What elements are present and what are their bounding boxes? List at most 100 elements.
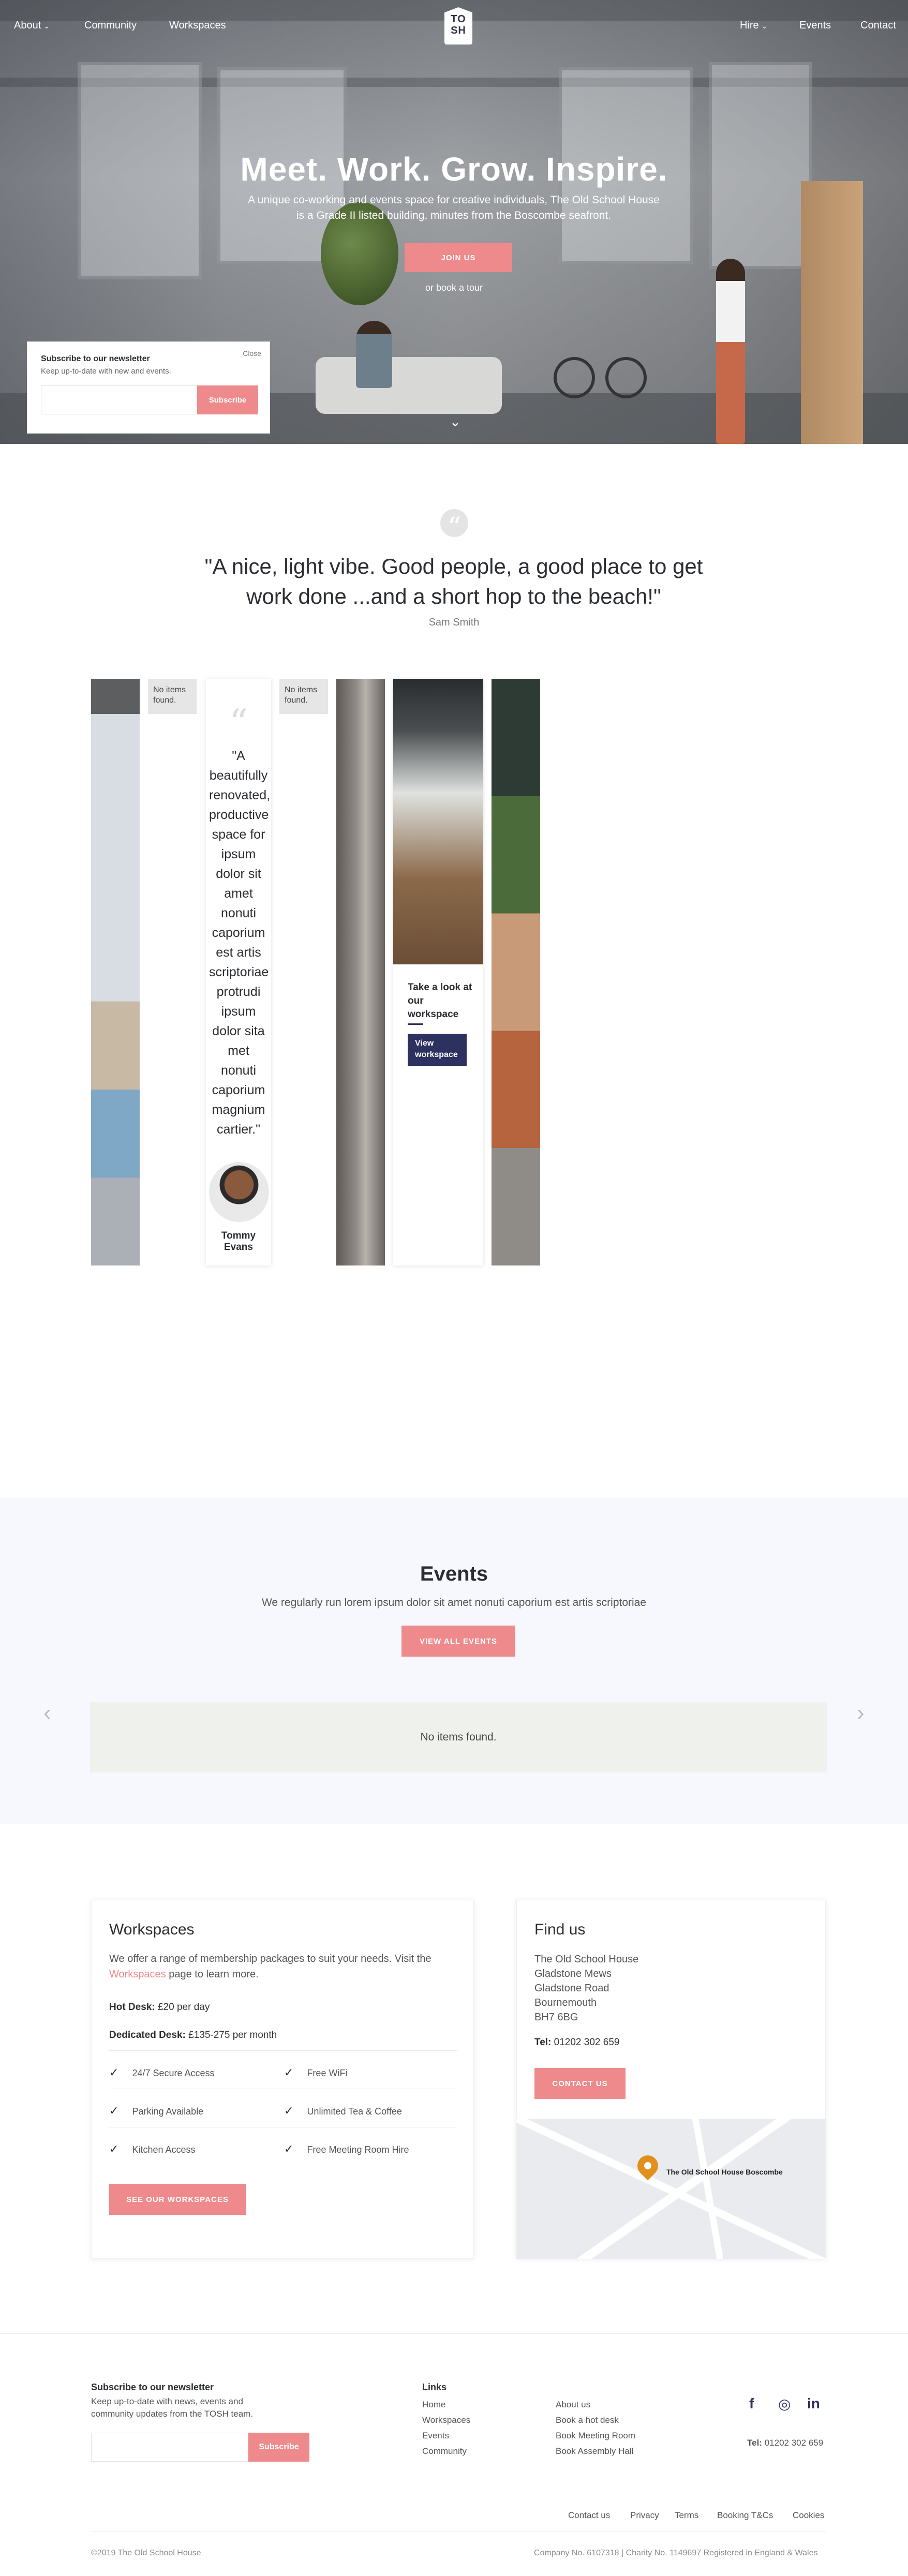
avatar bbox=[209, 1162, 269, 1222]
popup-title: Subscribe to our newsletter bbox=[41, 354, 150, 363]
nav-hire[interactable]: Hire ⌄ bbox=[740, 20, 767, 32]
nav-contact[interactable]: Contact bbox=[860, 20, 896, 32]
dedicated-desk-rate: Dedicated Desk: £135-275 per month bbox=[109, 2030, 277, 2041]
tel-label: Tel: bbox=[747, 2438, 762, 2448]
address-line: Bournemouth bbox=[534, 1997, 597, 2008]
no-items-message: No items found. bbox=[148, 679, 197, 714]
feature-label: 24/7 Secure Access bbox=[132, 2068, 215, 2078]
address-line: The Old School House bbox=[534, 1954, 639, 1965]
tel-label: Tel: bbox=[534, 2037, 552, 2048]
feature-label: Parking Available bbox=[132, 2106, 204, 2117]
footer-link[interactable]: Events bbox=[422, 2431, 449, 2441]
chevron-down-icon[interactable]: ⌄ bbox=[450, 414, 461, 430]
contact-us-button[interactable]: CONTACT US bbox=[534, 2068, 626, 2099]
testimonial-card: “ "A beautifully renovated, productive s… bbox=[206, 679, 271, 1265]
check-icon: ✓ bbox=[109, 2066, 119, 2079]
instagram-icon[interactable]: ◎ bbox=[778, 2395, 791, 2413]
hero-door bbox=[801, 181, 863, 444]
address-line: Gladstone Road bbox=[534, 1983, 609, 1994]
address: The Old School House Gladstone Mews Glad… bbox=[534, 1952, 638, 2024]
footer-newsletter-text: Keep up-to-date with news, events and co… bbox=[91, 2396, 254, 2419]
workspaces-link[interactable]: Workspaces bbox=[109, 1969, 166, 1980]
tel-value: 01202 302 659 bbox=[764, 2438, 824, 2448]
footer-link[interactable]: Book a hot desk bbox=[556, 2415, 619, 2425]
footer-bottom-link[interactable]: Terms bbox=[675, 2510, 698, 2521]
workspaces-panel: Workspaces We offer a range of membershi… bbox=[91, 1900, 474, 2259]
gallery-image[interactable] bbox=[492, 679, 540, 1265]
feature-label: Unlimited Tea & Coffee bbox=[307, 2106, 402, 2117]
address-line: BH7 6BG bbox=[534, 2012, 578, 2023]
see-workspaces-button[interactable]: SEE OUR WORKSPACES bbox=[109, 2184, 246, 2215]
hero-title: Meet. Work. Grow. Inspire. bbox=[240, 151, 668, 188]
feature-item: ✓ Parking Available bbox=[109, 2104, 203, 2118]
footer-subscribe-button[interactable]: Subscribe bbox=[248, 2433, 309, 2462]
feature-label: Free Meeting Room Hire bbox=[307, 2145, 409, 2155]
find-us-title: Find us bbox=[534, 1921, 586, 1938]
location-map[interactable]: The Old School House Boscombe bbox=[516, 2119, 826, 2259]
quote-icon: “ bbox=[440, 509, 468, 543]
footer-bottom-link[interactable]: Cookies bbox=[793, 2510, 824, 2521]
hot-desk-value: £20 per day bbox=[157, 2002, 210, 2013]
popup-text: Keep up-to-date with new and events. bbox=[41, 367, 171, 376]
close-button[interactable]: Close bbox=[243, 349, 261, 358]
gallery-image[interactable] bbox=[91, 679, 140, 1265]
hero-person bbox=[356, 321, 392, 388]
chevron-down-icon: ⌄ bbox=[43, 22, 50, 30]
nav-community[interactable]: Community bbox=[84, 20, 137, 32]
testimonial-quote: "A nice, light vibe. Good people, a good… bbox=[204, 554, 703, 608]
dedicated-desk-label: Dedicated Desk: bbox=[109, 2030, 186, 2041]
check-icon: ✓ bbox=[284, 2104, 294, 2117]
footer-tel: Tel: 01202 302 659 bbox=[747, 2437, 823, 2449]
copyright: ©2019 The Old School House bbox=[91, 2549, 201, 2557]
chevron-left-icon[interactable]: ‹ bbox=[43, 1700, 51, 1726]
dedicated-desk-value: £135-275 per month bbox=[188, 2030, 277, 2041]
check-icon: ✓ bbox=[284, 2066, 294, 2079]
footer-link[interactable]: Home bbox=[422, 2400, 445, 2410]
nav-about-label: About bbox=[14, 20, 41, 31]
chevron-right-icon[interactable]: › bbox=[857, 1700, 865, 1726]
card-quote: "A beautifully renovated, productive spa… bbox=[209, 749, 271, 1137]
events-empty-message: No items found. bbox=[90, 1702, 827, 1773]
facebook-icon[interactable]: f bbox=[749, 2395, 754, 2412]
join-us-button[interactable]: JOIN US bbox=[405, 243, 512, 272]
footer-link[interactable]: Book Assembly Hall bbox=[556, 2446, 633, 2456]
book-tour-link[interactable]: or book a tour bbox=[0, 282, 908, 293]
linkedin-icon[interactable]: in bbox=[807, 2395, 820, 2412]
check-icon: ✓ bbox=[284, 2142, 294, 2155]
view-all-events-button[interactable]: VIEW ALL EVENTS bbox=[401, 1626, 515, 1657]
workspace-photo bbox=[393, 679, 483, 964]
newsletter-email-input[interactable] bbox=[41, 385, 222, 414]
workspaces-text: We offer a range of membership packages … bbox=[109, 1951, 461, 1982]
nav-about[interactable]: About ⌄ bbox=[14, 20, 50, 32]
chevron-down-icon: ⌄ bbox=[761, 22, 768, 30]
workspaces-text-before: We offer a range of membership packages … bbox=[109, 1953, 431, 1964]
footer-bottom-link[interactable]: Contact us bbox=[568, 2510, 610, 2521]
feature-item: ✓ Free Meeting Room Hire bbox=[284, 2142, 409, 2156]
view-workspace-button[interactable]: View workspace bbox=[408, 1034, 467, 1066]
hot-desk-rate: Hot Desk: £20 per day bbox=[109, 2002, 210, 2013]
card-author: Tommy Evans bbox=[221, 1230, 256, 1253]
footer-link[interactable]: Community bbox=[422, 2446, 467, 2456]
nav-events[interactable]: Events bbox=[799, 20, 831, 32]
footer-link[interactable]: About us bbox=[556, 2400, 590, 2410]
newsletter-popup: Subscribe to our newsletter Keep up-to-d… bbox=[27, 341, 270, 434]
hot-desk-label: Hot Desk: bbox=[109, 2002, 155, 2013]
events-section bbox=[0, 1498, 908, 1824]
feature-label: Free WiFi bbox=[307, 2068, 348, 2078]
footer-bottom-link[interactable]: Booking T&Cs bbox=[717, 2510, 773, 2521]
footer-email-input[interactable] bbox=[91, 2433, 248, 2462]
divider bbox=[0, 2333, 908, 2334]
footer-link[interactable]: Book Meeting Room bbox=[556, 2431, 635, 2441]
gallery-image[interactable] bbox=[336, 679, 385, 1265]
tosh-logo[interactable]: TO SH bbox=[444, 7, 472, 44]
divider bbox=[408, 1023, 423, 1025]
events-subtitle: We regularly run lorem ipsum dolor sit a… bbox=[261, 1597, 647, 1609]
nav-workspaces[interactable]: Workspaces bbox=[169, 20, 226, 32]
footer-bottom-link[interactable]: Privacy bbox=[630, 2510, 659, 2521]
divider bbox=[91, 2531, 826, 2532]
subscribe-button[interactable]: Subscribe bbox=[197, 385, 258, 414]
divider bbox=[109, 2050, 457, 2051]
footer-link[interactable]: Workspaces bbox=[422, 2415, 470, 2425]
events-title: Events bbox=[420, 1562, 488, 1585]
no-items-message: No items found. bbox=[279, 679, 328, 714]
